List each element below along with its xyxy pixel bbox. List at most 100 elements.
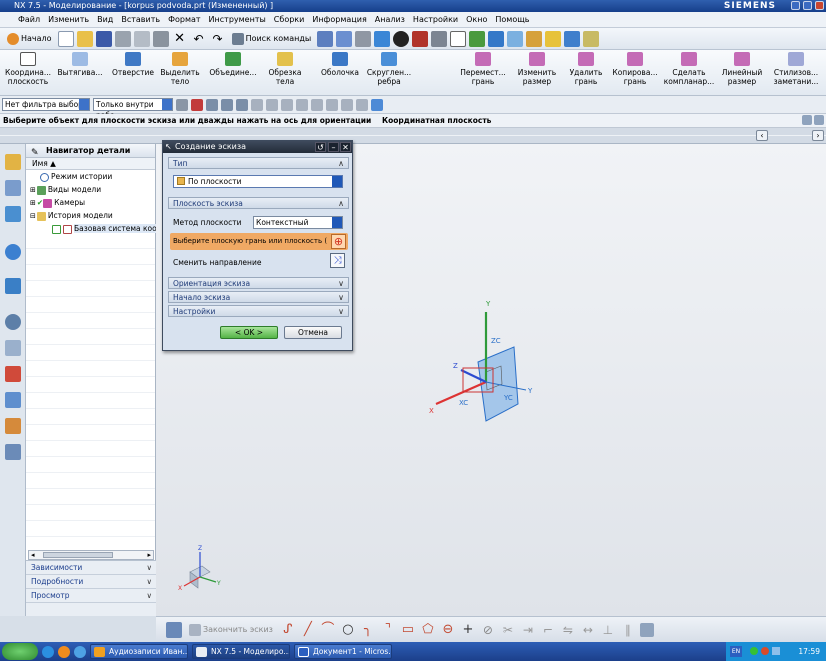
constraints-icon[interactable]: ⊥ [600, 622, 616, 638]
section-settings-header[interactable]: Настройки ∨ [168, 305, 349, 317]
unite-button[interactable]: Объедине... [208, 52, 258, 94]
corner-icon[interactable]: ⌐ [540, 622, 556, 638]
point-on-curve-icon[interactable] [356, 98, 368, 111]
copy-face-button[interactable]: Копирова... грань [612, 52, 658, 94]
select-feature-icon[interactable] [206, 98, 218, 111]
maximize-button[interactable] [803, 1, 812, 10]
cue-close-icon[interactable] [814, 115, 824, 125]
linear-dimension-button[interactable]: Линейный размер [720, 52, 764, 94]
dialog-title-bar[interactable]: ↖ Создание эскиза ↺ – ✕ [163, 141, 352, 153]
scrollbar-thumb[interactable] [43, 552, 113, 558]
internet-explorer-icon[interactable] [5, 244, 21, 260]
snap-point-icon[interactable] [191, 98, 203, 111]
arc-icon[interactable]: ⌒ [320, 622, 336, 638]
sketch-task-icon[interactable] [166, 621, 182, 638]
new-file-icon[interactable] [57, 30, 74, 47]
menu-format[interactable]: Формат [168, 12, 200, 27]
endpoint-icon[interactable] [251, 98, 263, 111]
network-icon[interactable] [750, 647, 758, 655]
extract-body-button[interactable]: Выделить тело [158, 52, 202, 94]
trim-body-button[interactable]: Обрезка тела [264, 52, 306, 94]
reset-icon[interactable]: ↺ [315, 142, 326, 152]
tree-item-model-history[interactable]: ⊟ История модели [26, 209, 155, 222]
section-type-header[interactable]: Тип ∧ [168, 157, 349, 169]
layer-icon[interactable] [431, 30, 448, 47]
cancel-button[interactable]: Отмена [284, 326, 342, 339]
paste-icon[interactable] [152, 30, 169, 47]
datum-plane-button[interactable]: Координа... плоскость [4, 52, 52, 94]
undo-icon[interactable]: ↶ [191, 31, 207, 47]
existing-point-icon[interactable] [341, 98, 353, 111]
scroll-right-icon[interactable]: ▸ [147, 551, 151, 559]
select-face-icon[interactable] [221, 98, 233, 111]
highlight-icon[interactable] [545, 30, 562, 47]
midpoint-icon[interactable] [266, 98, 278, 111]
polygon-icon[interactable]: ⬠ [420, 622, 436, 638]
minimize-dialog-icon[interactable]: – [328, 142, 339, 152]
clock-time[interactable]: 17:59 [798, 647, 820, 656]
datum-csys-triad[interactable]: Y ZC Z X XC YC Y [429, 300, 533, 422]
column-header-name[interactable]: Имя ▲ [26, 158, 155, 170]
menu-analysis[interactable]: Анализ [375, 12, 405, 27]
dimension-icon[interactable] [564, 30, 581, 47]
settings-icon[interactable] [176, 98, 188, 111]
offset-curve-icon[interactable]: ⊘ [480, 622, 496, 638]
scroll-right-icon[interactable]: › [812, 130, 824, 141]
ok-button[interactable]: < OK > [220, 326, 278, 339]
firefox-icon[interactable] [58, 645, 70, 658]
menu-insert[interactable]: Вставить [121, 12, 160, 27]
constraint-navigator-icon[interactable] [5, 180, 21, 196]
frame-icon[interactable] [450, 30, 467, 47]
ellipse-icon[interactable]: ⊖ [440, 622, 456, 638]
render-style-icon[interactable] [355, 30, 372, 47]
finish-sketch-button[interactable]: Закончить эскиз [186, 623, 276, 636]
menu-window[interactable]: Окно [466, 12, 487, 27]
display-constraints-icon[interactable]: ∥ [620, 622, 636, 638]
task-word[interactable]: Документ1 - Micros... [294, 644, 392, 659]
hole-button[interactable]: Отверстие [110, 52, 156, 94]
system-scenes-icon[interactable] [5, 444, 21, 460]
edge-blend-button[interactable]: Скруглен... ребра [367, 52, 411, 94]
menu-help[interactable]: Помощь [495, 12, 529, 27]
sketch-settings-icon[interactable] [639, 622, 654, 637]
select-plane-row[interactable]: Выберите плоскую грань или плоскость ( ⊕ [170, 233, 348, 250]
menu-information[interactable]: Информация [312, 12, 366, 27]
section-orientation-header[interactable]: Ориентация эскиза ∨ [168, 277, 349, 289]
resize-button[interactable]: Изменить размер [514, 52, 560, 94]
close-dialog-icon[interactable]: ✕ [340, 142, 351, 152]
pin-icon[interactable]: ✎ [31, 146, 39, 160]
close-button[interactable] [815, 1, 824, 10]
language-indicator[interactable]: EN [730, 646, 742, 657]
command-search-button[interactable]: Поиск команды [229, 32, 315, 45]
cut-icon[interactable] [114, 30, 131, 47]
menu-assemblies[interactable]: Сборки [274, 12, 305, 27]
tree-item-history-mode[interactable]: Режим истории [26, 170, 155, 183]
sketch-icon[interactable] [507, 30, 524, 47]
menu-preferences[interactable]: Настройки [413, 12, 458, 27]
extend-icon[interactable]: ⇥ [520, 622, 536, 638]
view-orient-icon[interactable] [336, 30, 353, 47]
horizontal-scrollbar[interactable]: ◂ ▸ [28, 550, 154, 560]
menu-file[interactable]: Файл [18, 12, 40, 27]
tree-item-model-views[interactable]: ⊞ Виды модели [26, 183, 155, 196]
cue-toggle-icon[interactable] [802, 115, 812, 125]
process-studio-icon[interactable] [5, 392, 21, 408]
internet-explorer-icon[interactable] [42, 645, 54, 658]
tree-item-cameras[interactable]: ⊞✔ Камеры [26, 196, 155, 209]
mirror-icon[interactable]: ⇋ [560, 622, 576, 638]
dependencies-panel-toggle[interactable]: Зависимости ∨ [26, 561, 156, 575]
section-origin-header[interactable]: Начало эскиза ∨ [168, 291, 349, 303]
select-curve-icon[interactable] [236, 98, 248, 111]
security-icon[interactable] [761, 647, 769, 655]
shell-button[interactable]: Оболочка [318, 52, 362, 94]
menu-tools[interactable]: Инструменты [209, 12, 266, 27]
circle-icon[interactable]: ○ [340, 622, 356, 638]
rectangle-icon[interactable]: ▭ [400, 622, 416, 638]
profile-icon[interactable]: ᔑ [280, 622, 296, 638]
move-face-button[interactable]: Перемест... грань [460, 52, 506, 94]
flip-direction-icon[interactable]: ⤨ [330, 253, 345, 268]
volume-icon[interactable] [772, 647, 780, 655]
trim-icon[interactable]: ✂ [500, 622, 516, 638]
intersection-icon[interactable] [296, 98, 308, 111]
color-icon[interactable] [412, 30, 429, 47]
